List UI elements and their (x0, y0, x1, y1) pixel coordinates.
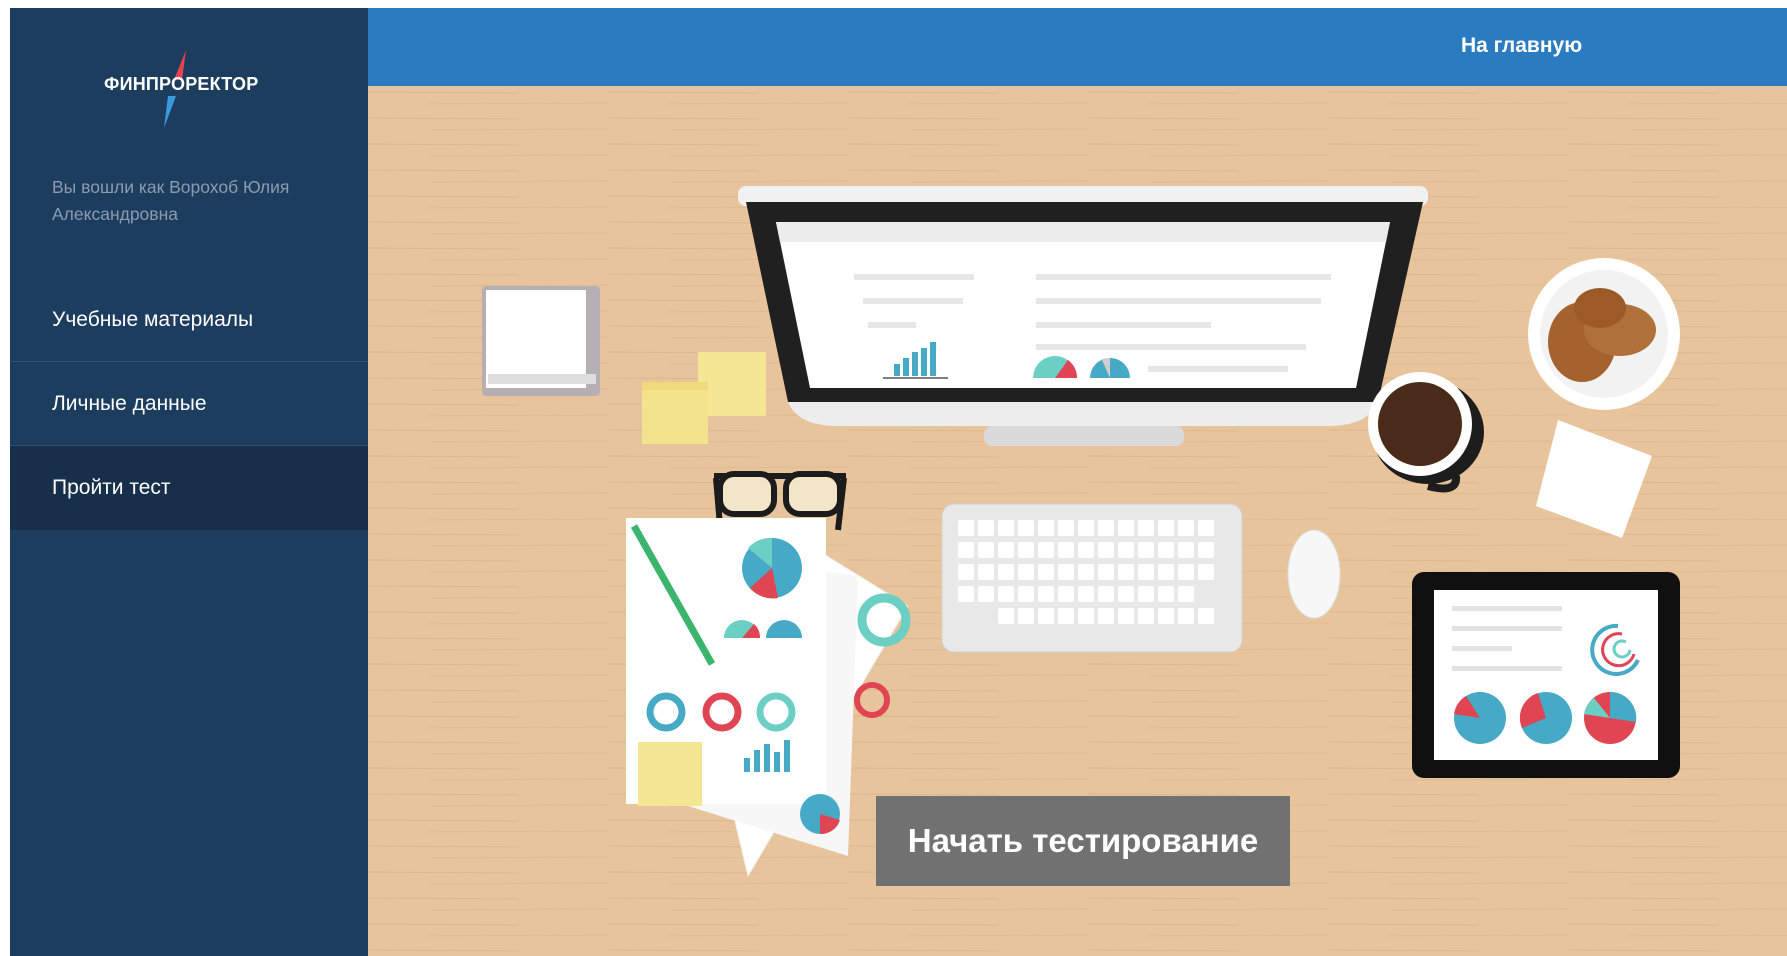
sidebar: ФИНПРОРЕКТОР Вы вошли как Ворохоб Юлия А… (10, 8, 368, 956)
keyboard-key (1058, 608, 1074, 624)
keyboard-key (1038, 542, 1054, 558)
logo[interactable]: ФИНПРОРЕКТОР (104, 50, 284, 128)
keyboard-key (1038, 564, 1054, 580)
keyboard-key (1158, 564, 1174, 580)
keyboard-key (1078, 564, 1094, 580)
keyboard-key (958, 564, 974, 580)
keyboard-key (1118, 586, 1134, 602)
keyboard-key (1058, 586, 1074, 602)
logo-text: ФИНПРОРЕКТОР (104, 74, 259, 94)
keyboard-key (1158, 520, 1174, 536)
keyboard-key (1158, 542, 1174, 558)
keyboard-key (1058, 542, 1074, 558)
keyboard-key (998, 520, 1014, 536)
sidebar-item-label: Личные данные (52, 392, 207, 415)
keyboard-key (1078, 520, 1094, 536)
keyboard-key (1138, 520, 1154, 536)
keyboard-key (1018, 542, 1034, 558)
keyboard-key (998, 542, 1014, 558)
sidebar-item-personal-data[interactable]: Личные данные (10, 362, 368, 446)
keyboard-key (978, 564, 994, 580)
keyboard-key (1138, 608, 1154, 624)
keyboard-key (1158, 608, 1174, 624)
keyboard-key (1038, 608, 1054, 624)
keyboard-key (1058, 564, 1074, 580)
cookies-plate-icon (1528, 258, 1680, 410)
keyboard-key (1118, 542, 1134, 558)
top-header: На главную (368, 8, 1787, 86)
keyboard-key (1018, 586, 1034, 602)
keyboard-key (958, 542, 974, 558)
keyboard-key (1118, 608, 1134, 624)
keyboard-key (1098, 542, 1114, 558)
top-strip (0, 0, 1787, 8)
keyboard-icon (941, 503, 1243, 653)
keyboard-key (1078, 542, 1094, 558)
keyboard-key (1058, 520, 1074, 536)
keyboard-key (998, 564, 1014, 580)
keyboard-key (1118, 520, 1134, 536)
keyboard-key (1178, 564, 1194, 580)
keyboard-key (1158, 586, 1174, 602)
sidebar-item-take-test[interactable]: Пройти тест (10, 446, 368, 530)
keyboard-key (1118, 564, 1134, 580)
sidebar-item-learning-materials[interactable]: Учебные материалы (10, 278, 368, 362)
home-link[interactable]: На главную (1461, 34, 1582, 58)
keyboard-key (1138, 586, 1154, 602)
keyboard-key (958, 586, 974, 602)
keyboard-key (1018, 520, 1034, 536)
keyboard-key (1178, 520, 1194, 536)
desk-illustration: Начать тестирование (368, 86, 1787, 956)
keyboard-key (1018, 608, 1034, 624)
keyboard-key (1098, 608, 1114, 624)
keyboard-key (1138, 564, 1154, 580)
tablet-icon (1412, 572, 1680, 778)
keyboard-key (1038, 586, 1054, 602)
keyboard-key (1178, 542, 1194, 558)
keyboard-key (1198, 542, 1214, 558)
keyboard-key (1098, 564, 1114, 580)
logged-in-user: Вы вошли как Ворохоб Юлия Александровна (52, 177, 290, 224)
keyboard-key (1198, 608, 1214, 624)
keyboard-key (998, 586, 1014, 602)
keyboard-key (1178, 586, 1194, 602)
keyboard-key (978, 542, 994, 558)
monitor-icon (738, 186, 1428, 446)
keyboard-key (1098, 586, 1114, 602)
keyboard-key (1198, 564, 1214, 580)
keyboard-key (1098, 520, 1114, 536)
keyboard-key (1078, 586, 1094, 602)
sidebar-item-label: Учебные материалы (52, 308, 254, 331)
mouse-icon (1287, 529, 1341, 619)
keyboard-key (1178, 608, 1194, 624)
keyboard-key (1078, 608, 1094, 624)
keyboard-key (998, 608, 1014, 624)
sidebar-item-label: Пройти тест (52, 476, 171, 499)
keyboard-key (1018, 564, 1034, 580)
start-test-button[interactable]: Начать тестирование (876, 796, 1290, 886)
keyboard-key (978, 586, 994, 602)
paper-cube-icon (482, 286, 600, 396)
app-window: ФИНПРОРЕКТОР Вы вошли как Ворохоб Юлия А… (10, 8, 1787, 956)
keyboard-key (1198, 520, 1214, 536)
keyboard-key (978, 520, 994, 536)
keyboard-key (1138, 542, 1154, 558)
keyboard-key (1038, 520, 1054, 536)
keyboard-key (958, 520, 974, 536)
